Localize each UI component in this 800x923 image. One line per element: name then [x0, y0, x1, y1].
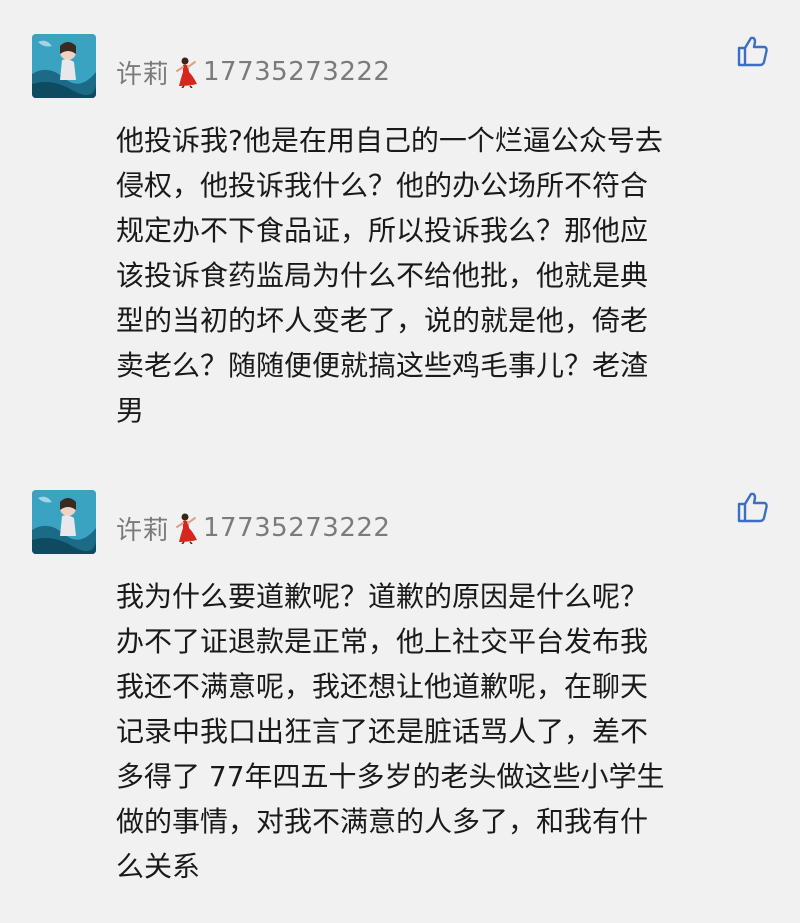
user-id: 17735273222 [203, 513, 391, 543]
comment-line: 该投诉食药监局为什么不给他批，他就是典 [116, 259, 649, 292]
comment-line: 么关系 [116, 850, 201, 883]
thumbs-up-icon[interactable] [736, 34, 770, 68]
comment-line: 记录中我口出狂言了还是脏话骂人了，差不 [116, 715, 649, 748]
comment-line: 他投诉我?他是在用自己的一个烂逼公众号去 [116, 124, 663, 157]
thumbs-up-icon[interactable] [736, 490, 770, 524]
comment-line: 卖老么？随随便便就搞这些鸡毛事儿？老渣 [116, 349, 649, 382]
comment-author[interactable]: 许莉 17735273222 [116, 54, 390, 90]
dancer-icon [171, 512, 201, 545]
avatar[interactable] [32, 34, 96, 98]
comment-line: 我为什么要道歉呢？道歉的原因是什么呢？ [116, 580, 649, 613]
comment-line: 侵权，他投诉我什么？他的办公场所不符合 [116, 169, 649, 202]
username: 许莉 [116, 515, 170, 546]
comment-line: 男 [116, 394, 145, 427]
avatar[interactable] [32, 490, 96, 554]
username: 许莉 [116, 59, 170, 90]
comment-line: 多得了 77年四五十多岁的老头做这些小学生 [116, 760, 665, 793]
comment-line: 办不了证退款是正常，他上社交平台发布我 [116, 625, 649, 658]
comment-line: 型的当初的坏人变老了，说的就是他，倚老 [116, 304, 649, 337]
dancer-icon [171, 56, 201, 89]
comment-line: 我还不满意呢，我还想让他道歉呢，在聊天 [116, 670, 649, 703]
comment-line: 规定办不下食品证，所以投诉我么？那他应 [116, 214, 649, 247]
comment-line: 做的事情，对我不满意的人多了，和我有什 [116, 805, 649, 838]
comment-author[interactable]: 许莉 17735273222 [116, 510, 390, 546]
comment-text: 他投诉我?他是在用自己的一个烂逼公众号去 侵权，他投诉我什么？他的办公场所不符合… [116, 118, 766, 433]
comment-text: 我为什么要道歉呢？道歉的原因是什么呢？ 办不了证退款是正常，他上社交平台发布我 … [116, 574, 766, 889]
user-id: 17735273222 [203, 57, 391, 87]
